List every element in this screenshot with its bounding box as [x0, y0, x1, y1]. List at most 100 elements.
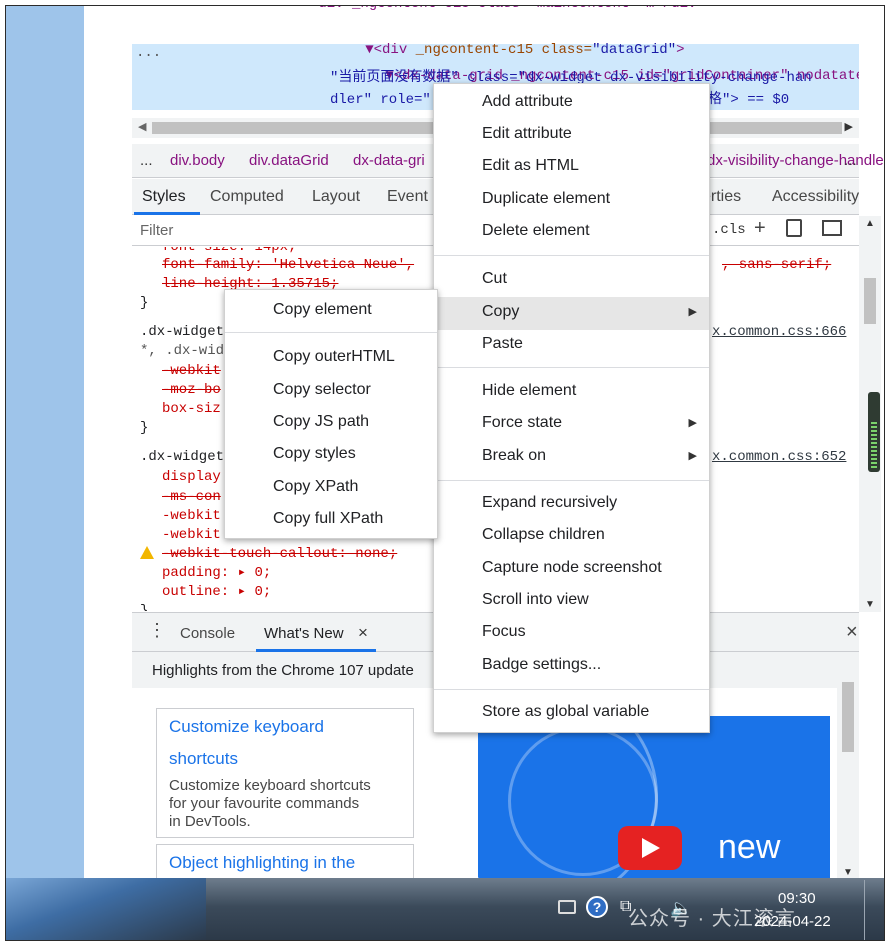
selected-node-line3b: 格"> == $0: [708, 92, 790, 108]
tab-accessibility[interactable]: Accessibility: [772, 188, 859, 206]
rule-selector[interactable]: .dx-widget: [140, 447, 224, 467]
prop-font-family[interactable]: font-family: 'Helvetica Neue',: [162, 255, 414, 275]
card-title-line1[interactable]: Customize keyboard: [169, 717, 324, 737]
prop-display[interactable]: display: [162, 467, 221, 487]
breadcrumb-item-body[interactable]: div.body: [170, 152, 225, 169]
close-drawer-icon[interactable]: ×: [846, 621, 858, 644]
menu-item-scroll-into-view[interactable]: Scroll into view: [434, 585, 709, 615]
menu-item-copy-js-path[interactable]: Copy JS path: [225, 407, 437, 437]
menu-item-edit-as-html[interactable]: Edit as HTML: [434, 151, 709, 181]
menu-separator: [225, 332, 437, 333]
tab-console[interactable]: Console: [180, 625, 235, 642]
breadcrumb-item-handler[interactable]: dx-visibility-change-handler: [707, 152, 884, 169]
menu-item-delete-element[interactable]: Delete element: [434, 216, 709, 246]
new-rule-plus-icon[interactable]: +: [754, 217, 766, 240]
breadcrumb-more[interactable]: ...: [140, 152, 153, 169]
show-desktop-button[interactable]: [864, 880, 878, 940]
menu-item-badge-settings[interactable]: Badge settings...: [434, 650, 709, 680]
card-title-line2[interactable]: shortcuts: [169, 749, 238, 769]
scroll-left-icon[interactable]: ◀: [138, 120, 146, 133]
rule-close-brace: }: [140, 420, 149, 436]
menu-item-duplicate-element[interactable]: Duplicate element: [434, 184, 709, 214]
card-desc-line: in DevTools.: [169, 813, 251, 830]
video-thumbnail[interactable]: new: [478, 716, 830, 878]
menu-item-copy-selector[interactable]: Copy selector: [225, 375, 437, 405]
scrollbar-thumb[interactable]: [864, 278, 876, 324]
prop-outline[interactable]: outline: ▸ 0;: [162, 582, 271, 602]
scroll-right-icon[interactable]: ▶: [845, 120, 853, 133]
menu-item-capture-node-screenshot[interactable]: Capture node screenshot: [434, 553, 709, 583]
clock-date[interactable]: 2024-04-22: [754, 913, 831, 930]
menu-item-focus[interactable]: Focus: [434, 617, 709, 647]
breadcrumb-item-dx-data-grid[interactable]: dx-data-gri: [353, 152, 425, 169]
toggle-sidebar-icon[interactable]: [822, 220, 842, 236]
menu-item-copy-element[interactable]: Copy element: [225, 295, 437, 325]
prop-ms-content[interactable]: -ms-con: [162, 487, 221, 507]
breadcrumb-trailing[interactable]: ...: [844, 152, 857, 169]
watermark-text: 公众号 · 大江滚言: [628, 908, 796, 930]
feature-card-object-highlighting[interactable]: Object highlighting in the: [156, 844, 414, 878]
prop-webkit[interactable]: -webkit: [162, 361, 221, 381]
menu-item-break-on-label: Break on: [482, 447, 547, 464]
rule-source-link[interactable]: x.common.css:652: [712, 447, 846, 467]
tray-keyboard-icon[interactable]: [558, 900, 576, 914]
drawer-scrollbar[interactable]: ▼: [837, 652, 859, 878]
prop-box-sizing[interactable]: box-siz: [162, 399, 221, 419]
rule-selector[interactable]: .dx-widget: [140, 322, 224, 342]
tab-event-listeners[interactable]: Event: [387, 188, 428, 206]
menu-item-copy-outerhtml[interactable]: Copy outerHTML: [225, 342, 437, 372]
dom-node-maincontent[interactable]: <div _ngcontent-c15 class="mainContent">…: [310, 6, 705, 14]
tab-styles[interactable]: Styles: [142, 188, 186, 206]
scroll-up-icon[interactable]: ▲: [865, 218, 875, 229]
tab-computed[interactable]: Computed: [210, 188, 284, 206]
breadcrumb-item-datagrid[interactable]: div.dataGrid: [249, 152, 329, 169]
tab-layout[interactable]: Layout: [312, 188, 360, 206]
prop-webkit-2[interactable]: -webkit: [162, 506, 221, 526]
menu-item-collapse-children[interactable]: Collapse children: [434, 520, 709, 550]
rule-source-link[interactable]: x.common.css:666: [712, 322, 846, 342]
prop-padding[interactable]: padding: ▸ 0;: [162, 563, 271, 583]
scroll-down-icon[interactable]: ▼: [843, 867, 853, 878]
card-title[interactable]: Object highlighting in the: [169, 853, 355, 873]
color-format-icon[interactable]: [786, 219, 802, 237]
rule-close-brace: }: [140, 295, 149, 311]
submenu-arrow-icon: ▶: [688, 306, 697, 318]
side-level-indicator: [868, 392, 880, 472]
menu-item-paste[interactable]: Paste: [434, 329, 709, 359]
prop-moz[interactable]: -moz-bo: [162, 380, 221, 400]
menu-item-copy[interactable]: Copy ▶: [434, 297, 709, 330]
menu-item-copy-styles[interactable]: Copy styles: [225, 439, 437, 469]
menu-item-add-attribute[interactable]: Add attribute: [434, 87, 709, 117]
tray-help-icon[interactable]: ?: [586, 896, 608, 918]
cls-toggle[interactable]: .cls: [712, 222, 746, 238]
youtube-play-icon[interactable]: [618, 826, 682, 870]
whats-new-heading: Highlights from the Chrome 107 update: [152, 662, 414, 679]
taskbar-start-area[interactable]: [6, 878, 206, 940]
close-tab-icon[interactable]: ×: [358, 623, 368, 643]
filter-input[interactable]: Filter: [140, 222, 173, 239]
menu-item-store-as-global-variable[interactable]: Store as global variable: [434, 697, 709, 727]
submenu-arrow-icon: ▶: [688, 450, 697, 462]
menu-item-force-state[interactable]: Force state ▶: [434, 408, 709, 438]
menu-item-copy-xpath[interactable]: Copy XPath: [225, 472, 437, 502]
menu-item-hide-element[interactable]: Hide element: [434, 376, 709, 406]
menu-item-edit-attribute[interactable]: Edit attribute: [434, 119, 709, 149]
rule-selector-2[interactable]: *, .dx-wid: [140, 341, 224, 361]
menu-item-break-on[interactable]: Break on ▶: [434, 441, 709, 471]
node-actions-dots[interactable]: ···: [136, 46, 161, 66]
scroll-down-icon[interactable]: ▼: [865, 599, 875, 610]
prop-touch-callout[interactable]: -webkit-touch-callout: none;: [162, 544, 397, 564]
scrollbar-thumb[interactable]: [842, 682, 854, 752]
tab-whats-new[interactable]: What's New: [264, 625, 344, 642]
video-text: new: [718, 828, 781, 866]
menu-item-cut[interactable]: Cut: [434, 264, 709, 294]
level-bars: [871, 422, 877, 468]
menu-item-copy-full-xpath[interactable]: Copy full XPath: [225, 504, 437, 534]
feature-card-shortcuts[interactable]: Customize keyboard shortcuts Customize k…: [156, 708, 414, 838]
warning-icon[interactable]: [140, 546, 154, 559]
drawer-menu-icon[interactable]: ⋮: [148, 621, 166, 639]
card-desc-line: Customize keyboard shortcuts: [169, 777, 371, 794]
clock-time[interactable]: 09:30: [778, 890, 816, 907]
prop-webkit-3[interactable]: -webkit: [162, 525, 221, 545]
menu-item-expand-recursively[interactable]: Expand recursively: [434, 488, 709, 518]
